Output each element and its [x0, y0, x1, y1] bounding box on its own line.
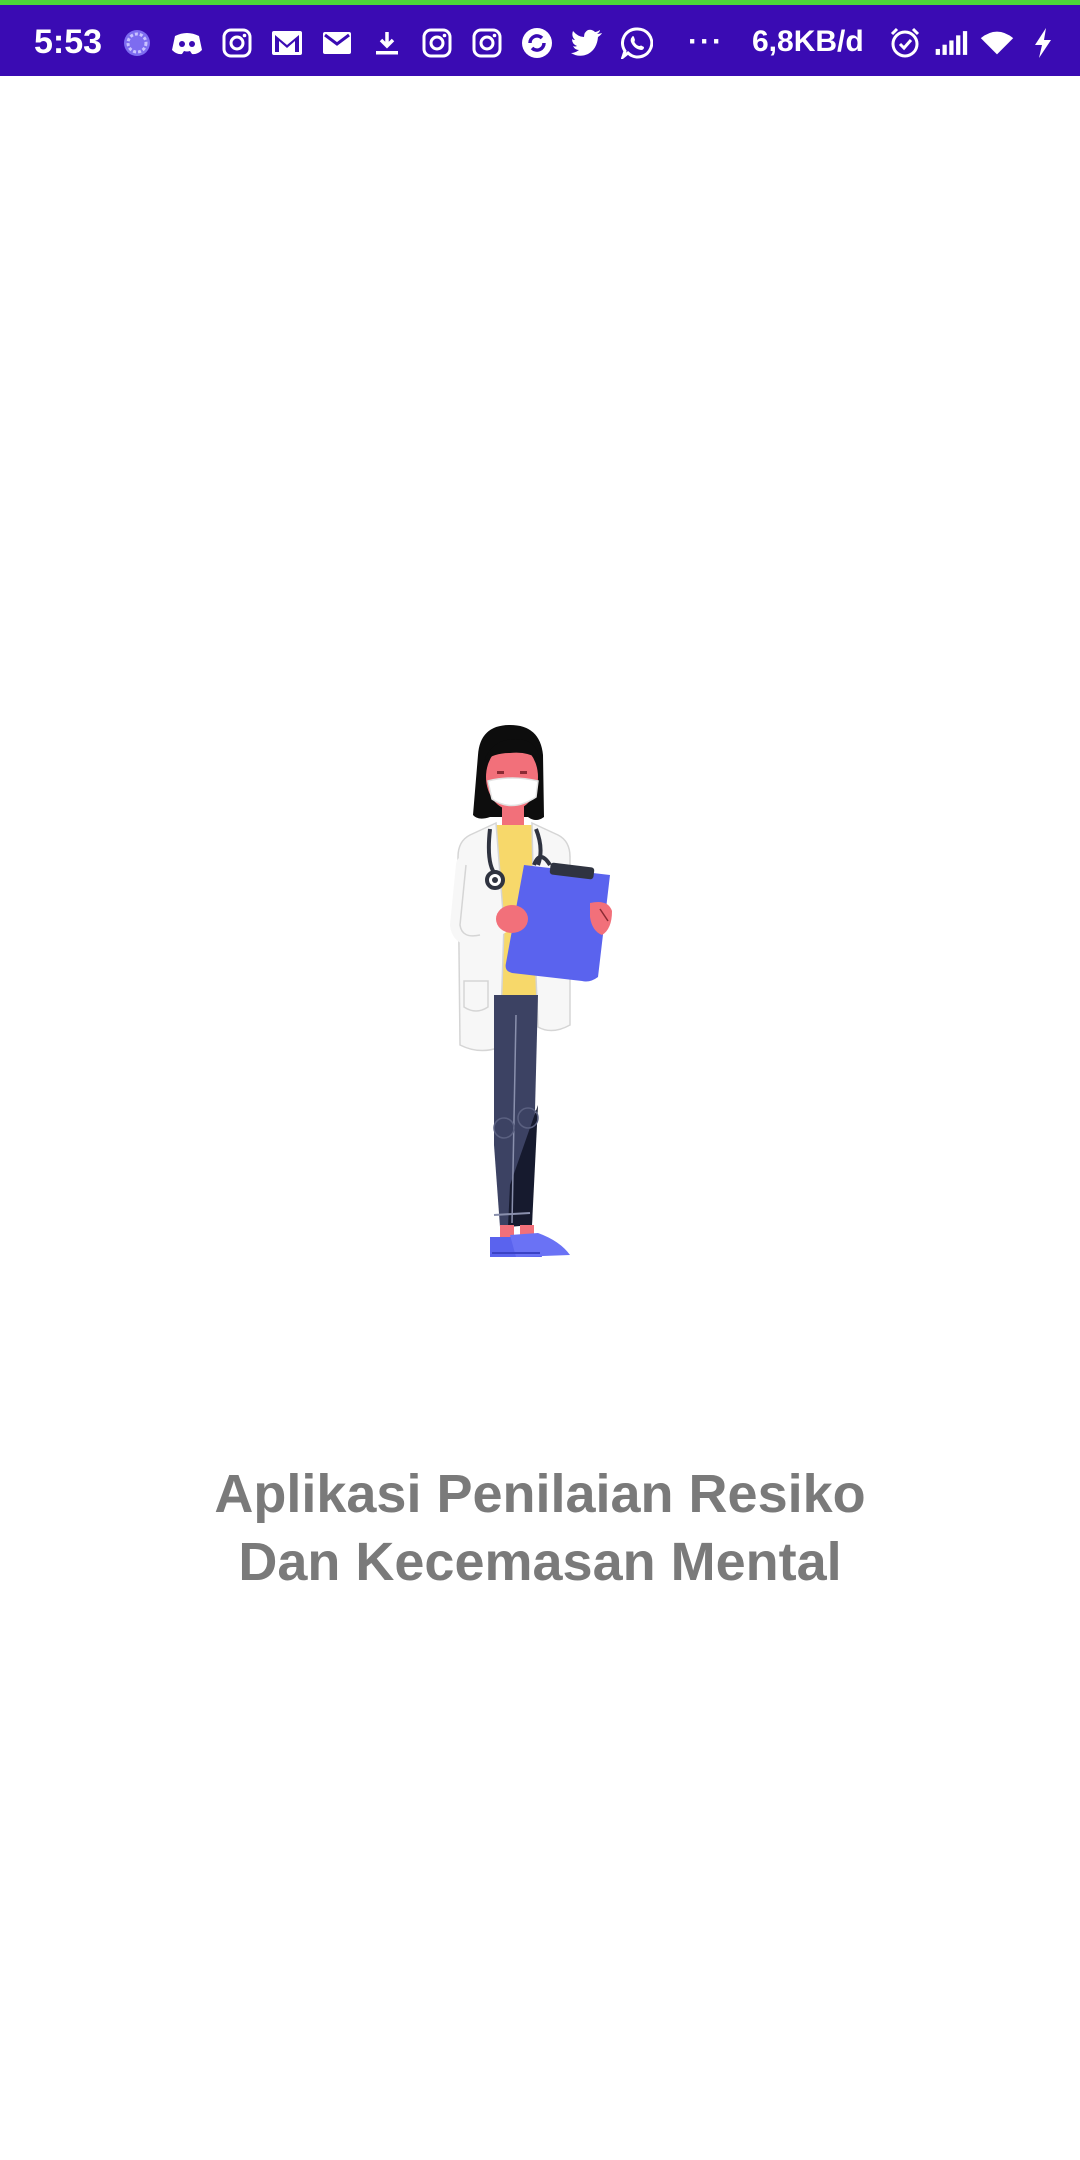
charging-icon [1026, 26, 1060, 60]
notification-icons [120, 19, 670, 67]
app-title-line-1: Aplikasi Penilaian Resiko [214, 1464, 866, 1524]
app-title: Aplikasi Penilaian Resiko Dan Kecemasan … [90, 1460, 990, 1596]
status-bar: 5:53 ··· 6,8KB/d [0, 0, 1080, 76]
download-icon [370, 26, 404, 60]
whatsapp-icon [620, 26, 654, 60]
network-speed: 6,8KB/d [752, 25, 864, 58]
more-notifications-indicator: ··· [688, 25, 724, 58]
app-title-line-2: Dan Kecemasan Mental [238, 1532, 842, 1592]
instagram-icon [420, 26, 454, 60]
instagram-icon [220, 26, 254, 60]
alarm-icon [888, 26, 922, 60]
pinwheel-icon [120, 26, 154, 60]
splash-screen: 5:53 ··· 6,8KB/d Aplikasi Penilaian Resi… [0, 0, 1080, 2160]
gmail-icon [320, 26, 354, 60]
doctor-with-clipboard-illustration [440, 725, 640, 1295]
status-time: 5:53 [34, 23, 103, 61]
discord-icon [170, 26, 204, 60]
wifi-icon [980, 26, 1014, 60]
twitter-icon [570, 26, 604, 60]
sync-app-icon [520, 26, 554, 60]
system-icons [888, 19, 1060, 67]
signal-icon [934, 26, 968, 60]
instagram-icon [470, 26, 504, 60]
gmail-icon [270, 26, 304, 60]
